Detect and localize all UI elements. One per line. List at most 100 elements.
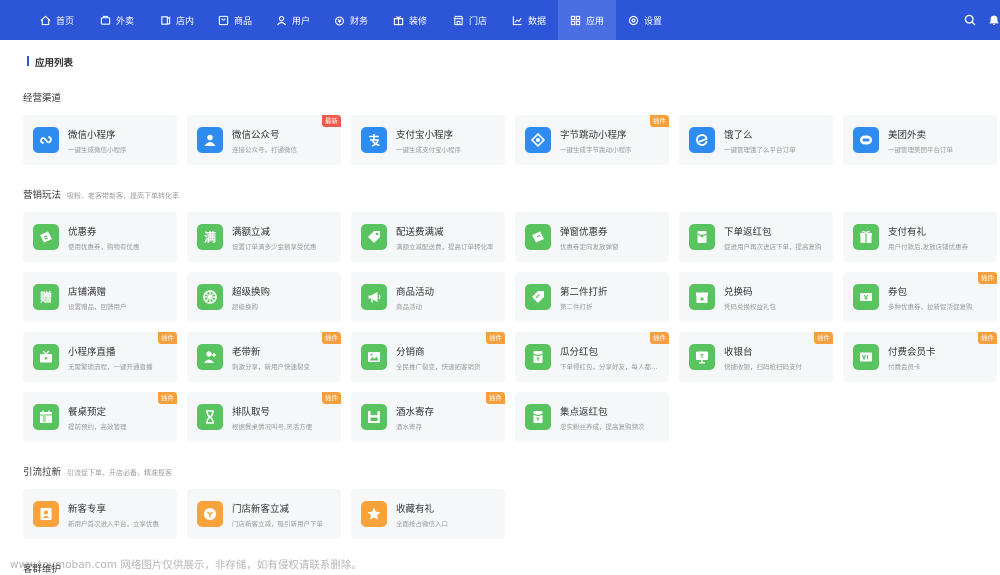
app-card-title: 新客专享 [68,504,107,515]
shop-icon [453,15,464,25]
app-card-title: 微信公众号 [232,130,280,141]
app-card-super-exchange[interactable]: 超级换购 超级换购 [187,272,341,322]
app-card-desc: 使用优惠券，购物有优惠 [68,243,140,251]
app-card-alipay-miniprogram[interactable]: 支付宝小程序 一键生成支付宝小程序 [351,115,505,165]
hourglass-icon [197,404,223,430]
nav-item-apps[interactable]: 应用 [558,0,616,40]
bytedance-icon [525,127,551,153]
app-card-desc: 一键生成字节跳动小程序 [560,146,632,154]
app-card-desc: 设置赠品，回馈用户 [68,303,127,311]
app-card-wechat-miniprogram[interactable]: 微信小程序 一键生成微信小程序 [23,115,177,165]
plugin-badge: 插件 [486,392,505,404]
app-card-desc: 一键管理饿了么平台订单 [724,146,796,154]
discount-tag-icon [525,284,551,310]
nav-item-goods[interactable]: 商品 [212,0,258,40]
app-card-store-new-customer[interactable]: 门店新客立减 门店新客立减，吸引新用户下单 [187,489,341,539]
nav-item-shop[interactable]: 门店 [447,0,493,40]
app-card-title: 老带新 [232,347,261,358]
alipay-icon [361,127,387,153]
nav-item-data[interactable]: 数据 [506,0,552,40]
nav-item-label: 财务 [350,16,369,27]
app-card-meituan[interactable]: 美团外卖 一键管理美团平台订单 [843,115,997,165]
app-card-queue[interactable]: 排队取号 根据餐桌情况叫号,灵活方便 插件 [187,392,341,442]
red-packet-icon [525,404,551,430]
app-card-title: 兑换码 [724,287,753,298]
app-card-split-red-packet[interactable]: 瓜分红包 下单得红包，分享好友，每人都能得 插件 [515,332,669,382]
app-card-title: 店铺满赠 [68,287,107,298]
nav-item-store-in[interactable]: 店内 [154,0,200,40]
app-card-wine-storage[interactable]: 酒水寄存 酒水寄存 插件 [351,392,505,442]
app-card-favorite-gift[interactable]: 收藏有礼 全面抢占微信入口 [351,489,505,539]
decor-icon [393,15,404,25]
app-card-desc: 优惠券定向发放弹窗 [560,243,619,251]
app-card-coupon[interactable]: 优惠券 使用优惠券，购物有优惠 [23,212,177,262]
gear-icon [628,15,639,25]
app-card-wechat-official[interactable]: 微信公众号 连接公众号，打通微信 最新 [187,115,341,165]
full-reduction-icon: 满 [197,224,223,250]
svg-text:满: 满 [204,230,216,245]
section-title-traffic: 引流拉新 引流促下单、开店必备，精准揽客 [23,464,172,478]
page-title: 应用列表 [27,55,73,69]
app-card-title: 付费会员卡 [888,347,936,358]
megaphone-icon [361,284,387,310]
app-card-title: 支付宝小程序 [396,130,454,141]
nav-item-settings[interactable]: 设置 [622,0,668,40]
image-icon [361,344,387,370]
app-card-order-red-packet[interactable]: 下单返红包 促进用户再次进店下单，提高复购 [679,212,833,262]
app-card-coupon-pack[interactable]: 券包 多种优惠券，拉新促活促复购 插件 [843,272,997,322]
app-card-store-gift[interactable]: 赠 店铺满赠 设置赠品，回馈用户 [23,272,177,322]
data-icon [512,15,522,25]
app-card-stamp-red-packet[interactable]: 集点返红包 忠实粉丝养成，提高复购频次 [515,392,669,442]
nav-item-user[interactable]: 用户 [270,0,316,40]
app-card-redeem-code[interactable]: 兑换码 凭码兑换权益礼包 [679,272,833,322]
app-card-title: 券包 [888,287,908,298]
wechat-official-icon [197,127,223,153]
nav-item-home[interactable]: 首页 [34,0,80,40]
top-nav: 首页 外卖 店内 商品 用户 财务 装修 门店 数据 应用 设置 [0,0,1000,40]
app-card-desc: 一键生成支付宝小程序 [396,146,461,154]
app-card-popup-coupon[interactable]: 弹窗优惠券 优惠券定向发放弹窗 [515,212,669,262]
app-card-eleme[interactable]: 饿了么 一键管理饿了么平台订单 [679,115,833,165]
app-card-bytedance-miniprogram[interactable]: 字节跳动小程序 一键生成字节跳动小程序 插件 [515,115,669,165]
app-card-table-booking[interactable]: 餐桌预定 提前预约，高效管理 插件 [23,392,177,442]
section-title-channels: 经营渠道 [23,90,61,104]
app-card-title: 饿了么 [724,130,753,141]
nav-item-decor[interactable]: 装修 [387,0,433,40]
app-card-referral[interactable]: 老带新 刺激分享，新用户快速裂变 插件 [187,332,341,382]
nav-item-finance[interactable]: 财务 [328,0,374,40]
nav-item-label: 首页 [56,16,75,27]
search-button[interactable] [964,0,976,40]
app-card-desc: 第二件打折 [560,303,593,311]
nav-item-label: 用户 [292,16,311,27]
app-card-title: 小程序直播 [68,347,116,358]
storage-icon [361,404,387,430]
nav-item-label: 店内 [176,16,195,27]
app-card-new-customer[interactable]: 新客专享 新用户首次进入平台，立享优惠 [23,489,177,539]
app-card-paid-member[interactable]: 付费会员卡 付费会员卡 插件 [843,332,997,382]
app-card-distributor[interactable]: 分销商 全民推广裂变，快速拓客销货 插件 [351,332,505,382]
app-card-pay-gift[interactable]: 支付有礼 用户付款后,发放店铺优惠券 [843,212,997,262]
app-card-cashier[interactable]: 收银台 快捷收银，扫码枪扫码支付 插件 [679,332,833,382]
vip-card-icon [853,344,879,370]
app-card-title: 满额立减 [232,227,271,238]
app-card-goods-activity[interactable]: 商品活动 商品活动 [351,272,505,322]
takeout-icon [100,15,111,25]
section-title-marketing: 营销玩法 吸粉、老客带新客，提高下单转化率 [23,187,179,201]
bell-icon [989,15,999,25]
svg-text:赠: 赠 [40,290,52,305]
home-icon [40,15,51,25]
app-card-second-discount[interactable]: 第二件打折 第二件打折 [515,272,669,322]
app-card-title: 商品活动 [396,287,435,298]
notification-button[interactable] [988,0,1000,40]
app-card-title: 餐桌预定 [68,407,107,418]
app-card-title: 门店新客立减 [232,504,290,515]
app-card-desc: 多种优惠券，拉新促活促复购 [888,303,973,311]
nav-item-takeout[interactable]: 外卖 [94,0,140,40]
app-card-desc: 满额立减配送费，提高订单转化率 [396,243,494,251]
app-card-desc: 促进用户再次进店下单，提高复购 [724,243,822,251]
app-card-title: 配送费满减 [396,227,444,238]
app-card-full-reduction[interactable]: 满 满额立减 设置订单满多少金额享受优惠 [187,212,341,262]
app-card-title: 瓜分红包 [560,347,599,358]
app-card-delivery-reduction[interactable]: 配送费满减 满额立减配送费，提高订单转化率 [351,212,505,262]
app-card-live[interactable]: 小程序直播 无需繁琐流程，一键开通直播 插件 [23,332,177,382]
